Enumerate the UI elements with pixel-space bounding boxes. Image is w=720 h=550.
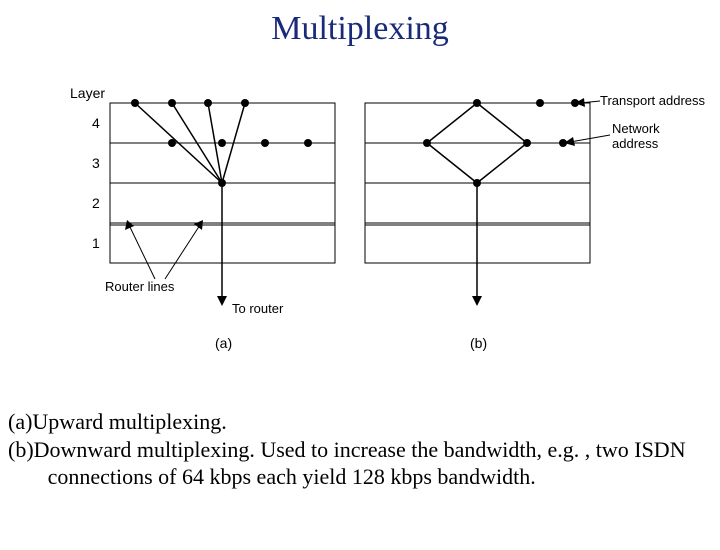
layer-1: 1 bbox=[92, 235, 100, 251]
page-title: Multiplexing bbox=[0, 10, 720, 48]
layer-4: 4 bbox=[92, 115, 100, 131]
network-address-label-2: address bbox=[612, 136, 659, 151]
layer-heading: Layer bbox=[70, 85, 105, 101]
router-lines-label: Router lines bbox=[105, 279, 175, 294]
figure-multiplexing: Layer 4 3 2 1 Router lines To router bbox=[0, 73, 720, 393]
transport-address-label: Transport address bbox=[600, 93, 706, 108]
caption-line-a: (a)Upward multiplexing. bbox=[8, 408, 712, 436]
layer-2: 2 bbox=[92, 195, 100, 211]
diagram-a: Layer 4 3 2 1 Router lines To router bbox=[70, 85, 335, 351]
caption-line-b: (b)Downward multiplexing. Used to increa… bbox=[8, 436, 712, 491]
sublabel-a: (a) bbox=[215, 335, 232, 351]
sublabel-b: (b) bbox=[470, 335, 487, 351]
caption: (a)Upward multiplexing. (b)Downward mult… bbox=[8, 408, 712, 491]
layer-3: 3 bbox=[92, 155, 100, 171]
network-address-label-1: Network bbox=[612, 121, 660, 136]
diagram-b: Transport address Network address (b) bbox=[365, 93, 706, 351]
to-router-label: To router bbox=[232, 301, 284, 316]
